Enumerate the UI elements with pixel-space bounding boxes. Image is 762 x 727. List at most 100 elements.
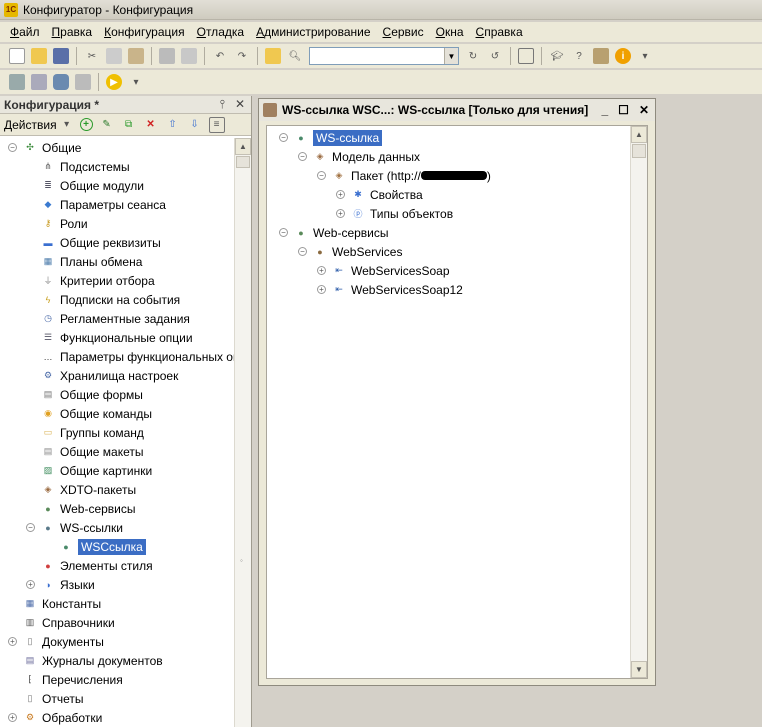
menu-help[interactable]: Справка <box>470 25 529 39</box>
tree-item[interactable]: − ● WS-ссылки <box>0 518 234 537</box>
expand-icon[interactable]: + <box>8 713 17 722</box>
tree-item[interactable]: ● WSCсылка <box>0 537 234 556</box>
tree-item[interactable]: ◷ Регламентные задания <box>0 309 234 328</box>
tree-item[interactable]: ▨ Общие картинки <box>0 461 234 480</box>
tree-item[interactable]: … Параметры функциональных опц <box>0 347 235 366</box>
collapse-icon[interactable]: − <box>279 133 288 142</box>
tree-item[interactable]: ⚷ Роли <box>0 214 234 233</box>
tree-item[interactable]: ▭ Группы команд <box>0 423 234 442</box>
menu-administration[interactable]: Администрирование <box>250 25 376 39</box>
print-icon[interactable] <box>159 48 175 64</box>
expand-icon[interactable]: + <box>317 285 326 294</box>
tree-item[interactable]: − ● Web-сервисы <box>271 223 631 242</box>
scrollbar[interactable]: ▲ ▼ <box>630 126 647 678</box>
tree-item[interactable]: ▬ Общие реквизиты <box>0 233 234 252</box>
tree-item[interactable]: + ◑ Языки <box>0 575 234 594</box>
menu-edit[interactable]: Правка <box>46 25 99 39</box>
config-properties-icon[interactable] <box>75 74 91 90</box>
tree-item[interactable]: ⏚ Критерии отбора <box>0 271 234 290</box>
expand-icon[interactable]: + <box>8 637 17 646</box>
add-icon[interactable]: + <box>79 118 93 131</box>
tree-item[interactable]: − ◈ Пакет (http://) <box>271 166 631 185</box>
scroll-thumb[interactable] <box>632 144 646 158</box>
menu-service[interactable]: Сервис <box>377 25 430 39</box>
windows-icon[interactable] <box>518 48 534 64</box>
tree-item[interactable]: + ⇤ WebServicesSoap12 <box>271 280 631 299</box>
minimize-icon[interactable]: _ <box>601 103 608 117</box>
scroll-thumb[interactable] <box>236 156 250 168</box>
expand-icon[interactable]: + <box>336 209 345 218</box>
expand-icon[interactable]: + <box>317 266 326 275</box>
tree-item[interactable]: − ● WebServices <box>271 242 631 261</box>
find-previous-icon[interactable]: ↺ <box>487 48 503 64</box>
print-preview-icon[interactable] <box>181 48 197 64</box>
close-icon[interactable]: ✕ <box>235 97 245 112</box>
tree-item[interactable]: ⚙ Хранилища настроек <box>0 366 234 385</box>
save-icon[interactable] <box>53 48 69 64</box>
cut-icon[interactable]: ✂ <box>84 48 100 64</box>
tree-item[interactable]: ◉ Общие команды <box>0 404 234 423</box>
tree-item[interactable]: − ● WS-ссылка <box>271 128 631 147</box>
tree-item[interactable]: ◈ XDTO-пакеты <box>0 480 234 499</box>
tree-item[interactable]: ▤ Журналы документов <box>0 651 234 670</box>
edit-icon[interactable]: ✎ <box>99 117 115 133</box>
redo-icon[interactable]: ↷ <box>234 48 250 64</box>
tree-item[interactable]: ≣ Общие модули <box>0 176 234 195</box>
new-file-icon[interactable] <box>9 48 25 64</box>
tree-item[interactable]: − ✣ Общие <box>0 138 234 157</box>
expand-icon[interactable]: + <box>26 580 35 589</box>
menu-debug[interactable]: Отладка <box>191 25 250 39</box>
help-search-icon[interactable]: ? <box>571 48 587 64</box>
move-up-icon[interactable]: ⇧ <box>165 117 181 133</box>
find-in-folder-icon[interactable] <box>265 48 281 64</box>
scroll-up-icon[interactable]: ▲ <box>631 126 647 143</box>
collapse-icon[interactable]: − <box>8 143 17 152</box>
list-icon[interactable]: ≡ <box>208 116 225 133</box>
maximize-icon[interactable]: ☐ <box>618 103 629 117</box>
scroll-down-icon[interactable]: ▼ <box>631 661 647 678</box>
menu-configuration[interactable]: Конфигурация <box>98 25 191 39</box>
collapse-icon[interactable]: − <box>298 152 307 161</box>
tree-item[interactable]: ▥ Справочники <box>0 613 234 632</box>
collapse-icon[interactable]: − <box>298 247 307 256</box>
tree-item[interactable]: ▦ Планы обмена <box>0 252 234 271</box>
search-icon[interactable]: 🔍︎ <box>287 48 303 64</box>
tree-item[interactable]: ◆ Параметры сеанса <box>0 195 234 214</box>
move-down-icon[interactable]: ⇩ <box>187 117 203 133</box>
chevron-down-icon[interactable]: ▾ <box>637 48 653 64</box>
collapse-icon[interactable]: − <box>317 171 326 180</box>
tree-item[interactable]: ▤ Общие макеты <box>0 442 234 461</box>
tree-item[interactable]: ▦ Константы <box>0 594 234 613</box>
config-window-icon[interactable] <box>9 74 25 90</box>
tree-item[interactable]: ☰ Функциональные опции <box>0 328 234 347</box>
tree-item[interactable]: ϟ Подписки на события <box>0 290 234 309</box>
find-next-icon[interactable]: ↻ <box>465 48 481 64</box>
chevron-down-icon[interactable]: ▾ <box>128 74 144 90</box>
undo-icon[interactable]: ↶ <box>212 48 228 64</box>
tree-item[interactable]: ● Web-сервисы <box>0 499 234 518</box>
open-folder-icon[interactable] <box>31 48 47 64</box>
tree-item[interactable]: ▤ Общие формы <box>0 385 234 404</box>
chevron-down-icon[interactable]: ▼ <box>444 48 458 64</box>
menu-file[interactable]: Файл <box>4 25 46 39</box>
tree-item[interactable]: + ✱ Свойства <box>271 185 631 204</box>
pin-icon[interactable]: ⫯ <box>220 97 225 112</box>
tree-item[interactable]: + ⇤ WebServicesSoap <box>271 261 631 280</box>
tree-item[interactable]: ● Элементы стиля <box>0 556 234 575</box>
info-icon[interactable]: i <box>615 48 631 64</box>
tree-item[interactable]: ⁅ Перечисления <box>0 670 234 689</box>
help-context-icon[interactable]: 🎓︎ <box>549 48 565 64</box>
menu-windows[interactable]: Окна <box>430 25 470 39</box>
actions-menu[interactable]: Действия <box>4 118 57 132</box>
chevron-down-icon[interactable]: ▾ <box>59 117 75 133</box>
tree-item[interactable]: ⋔ Подсистемы <box>0 157 234 176</box>
config-compare-icon[interactable] <box>31 74 47 90</box>
paste-icon[interactable] <box>128 48 144 64</box>
debug-start-icon[interactable]: ▶ <box>106 74 122 90</box>
tree-item[interactable]: ▯ Отчеты <box>0 689 234 708</box>
copy-item-icon[interactable]: ⧉ <box>121 117 137 133</box>
collapse-icon[interactable]: − <box>279 228 288 237</box>
collapse-icon[interactable]: − <box>26 523 35 532</box>
expand-icon[interactable]: + <box>336 190 345 199</box>
copy-icon[interactable] <box>106 48 122 64</box>
